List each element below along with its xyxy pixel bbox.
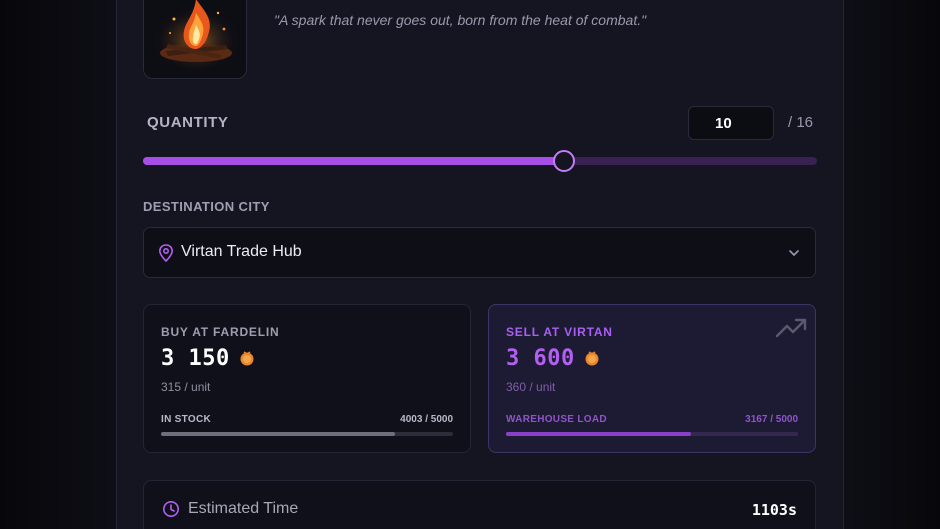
gold-coin-icon (240, 351, 254, 366)
sell-card-title: SELL AT VIRTAN (506, 325, 613, 339)
map-pin-icon (158, 244, 174, 262)
quantity-label: QUANTITY (147, 114, 229, 131)
buy-total-price: 3 150 (161, 346, 230, 371)
chevron-down-icon (789, 250, 799, 256)
clock-icon (163, 501, 179, 517)
item-description-quote: "A spark that never goes out, born from … (274, 12, 647, 28)
estimated-time-value: 1103s (751, 501, 797, 519)
campfire-item-icon (144, 0, 246, 78)
warehouse-load-bar-fill (506, 432, 691, 436)
destination-value: Virtan Trade Hub (181, 243, 302, 260)
warehouse-load-bar (506, 432, 798, 436)
item-thumbnail (143, 0, 247, 79)
stock-bar-fill (161, 432, 395, 436)
buy-card: BUY AT FARDELIN 3 150 315 / unit IN STOC… (143, 304, 471, 453)
quantity-input[interactable] (688, 106, 774, 140)
quantity-max: / 16 (788, 114, 814, 131)
trending-up-icon (775, 318, 807, 338)
stock-bar (161, 432, 453, 436)
sell-unit-price: 360 / unit (506, 380, 556, 394)
buy-unit-price: 315 / unit (161, 380, 211, 394)
destination-label: DESTINATION CITY (143, 199, 270, 214)
warehouse-load-value: 3167 / 5000 (745, 414, 798, 425)
stock-value: 4003 / 5000 (400, 414, 453, 425)
gold-coin-icon (585, 351, 599, 366)
estimated-time-row: Estimated Time 1103s (143, 480, 816, 529)
estimated-time-label: Estimated Time (188, 500, 299, 517)
right-backdrop (844, 0, 940, 529)
left-backdrop (0, 0, 116, 529)
stock-label: IN STOCK (161, 414, 211, 425)
buy-card-title: BUY AT FARDELIN (161, 325, 280, 339)
warehouse-load-label: WAREHOUSE LOAD (506, 414, 607, 425)
sell-card: SELL AT VIRTAN 3 600 360 / unit WAREHOUS… (488, 304, 816, 453)
destination-select[interactable]: Virtan Trade Hub (143, 227, 816, 278)
sell-total-price: 3 600 (506, 346, 575, 371)
quantity-slider-fill (143, 157, 565, 165)
quantity-slider[interactable] (143, 150, 817, 172)
